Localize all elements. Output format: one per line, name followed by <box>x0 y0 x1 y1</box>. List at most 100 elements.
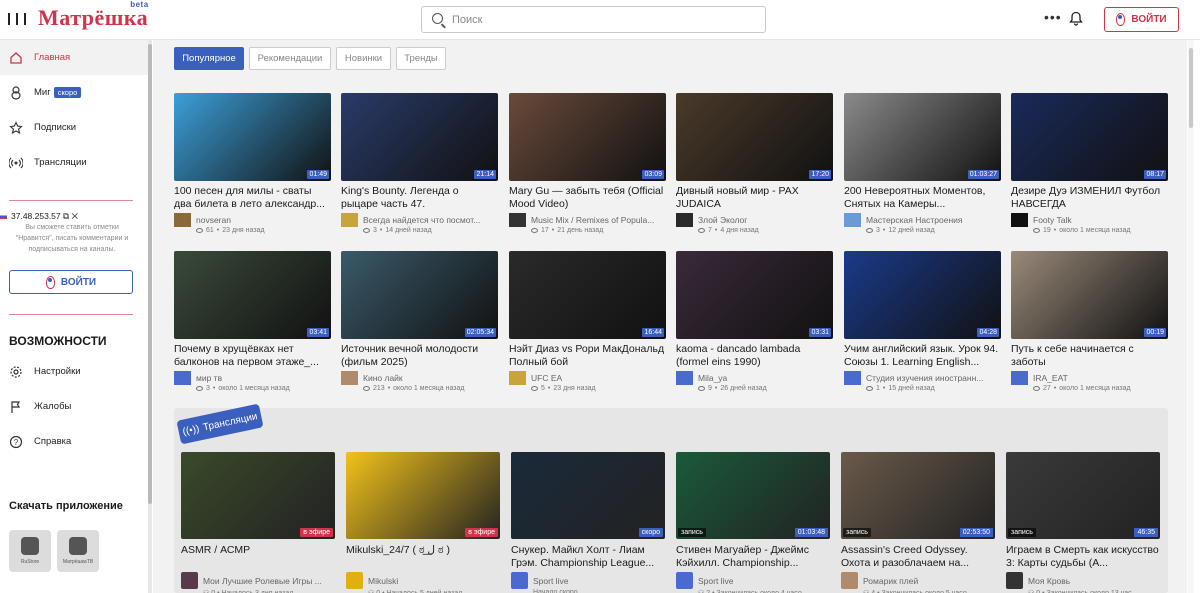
channel-name[interactable]: Студия изучения иностранн... <box>866 373 983 383</box>
search-bar[interactable] <box>421 6 766 33</box>
video-title[interactable]: Mary Gu — забыть тебя (Official Mood Vid… <box>509 185 666 210</box>
menu-icon[interactable] <box>8 10 26 28</box>
video-card[interactable]: 01:03:27 200 Невероятных Моментов, Снятых… <box>844 93 1001 234</box>
channel-avatar[interactable] <box>174 371 191 385</box>
page-scrollbar[interactable] <box>1188 40 1194 593</box>
channel-row[interactable]: Злой Эколог <box>676 213 833 227</box>
stream-title[interactable]: Стивен Магуайер - Джеймс Кэйхилл. Champi… <box>676 544 830 569</box>
stream-title[interactable]: Играем в Смерть как искусство 3: Карты с… <box>1006 544 1160 569</box>
channel-row[interactable]: Footy Talk <box>1011 213 1168 227</box>
stream-card[interactable]: скоро Снукер. Майкл Холт - Лиам Грэм. Cha… <box>511 452 665 593</box>
video-card[interactable]: 21:14 King's Bounty. Легенда о рыцаре час… <box>341 93 498 234</box>
channel-avatar[interactable] <box>174 213 191 227</box>
channel-row[interactable]: Mikulski <box>346 572 500 589</box>
channel-row[interactable]: Моя Кровь <box>1006 572 1160 589</box>
stream-thumbnail[interactable]: в эфире <box>346 452 500 539</box>
channel-name[interactable]: Music Mix / Remixes of Popula... <box>531 215 654 225</box>
channel-name[interactable]: Злой Эколог <box>698 215 747 225</box>
video-title[interactable]: 200 Невероятных Моментов, Снятых на Каме… <box>844 185 1001 210</box>
stream-card[interactable]: запись 02:53:50 Assassin's Creed Odyssey. … <box>841 452 995 593</box>
sidebar-item-broadcasts[interactable]: Трансляции <box>0 145 148 180</box>
channel-name[interactable]: IRA_EAT <box>1033 373 1068 383</box>
video-thumbnail[interactable]: 04:28 <box>844 251 1001 339</box>
login-button[interactable]: ВОЙТИ <box>1104 7 1179 32</box>
sidebar-item-help[interactable]: ? Справка <box>0 424 148 459</box>
channel-avatar[interactable] <box>341 371 358 385</box>
channel-avatar[interactable] <box>841 572 858 589</box>
channel-name[interactable]: Моя Кровь <box>1028 576 1070 586</box>
close-icon[interactable]: ✕ <box>71 211 77 221</box>
channel-avatar[interactable] <box>844 371 861 385</box>
video-thumbnail[interactable]: 16:44 <box>509 251 666 339</box>
channel-name[interactable]: Mila_ya <box>698 373 727 383</box>
video-card[interactable]: 02:05:34 Источник вечной молодости (фильм… <box>341 251 498 392</box>
stream-title[interactable]: Assassin's Creed Odyssey. Охота и разобл… <box>841 544 995 569</box>
sidebar-item-mig[interactable]: Миг скоро <box>0 75 148 110</box>
video-title[interactable]: Учим английский язык. Урок 94. Союзы 1. … <box>844 343 1001 368</box>
video-thumbnail[interactable]: 17:20 <box>676 93 833 181</box>
video-title[interactable]: Источник вечной молодости (фильм 2025) <box>341 343 498 368</box>
video-title[interactable]: King's Bounty. Легенда о рыцаре часть 47… <box>341 185 498 210</box>
channel-avatar[interactable] <box>1011 213 1028 227</box>
sidebar-scrollbar[interactable] <box>148 40 152 593</box>
channel-name[interactable]: Мастерская Настроения <box>866 215 963 225</box>
channel-avatar[interactable] <box>1006 572 1023 589</box>
sidebar-item-complaints[interactable]: Жалобы <box>0 389 148 424</box>
sidebar-login-button[interactable]: ВОЙТИ <box>9 270 133 294</box>
stream-thumbnail[interactable]: в эфире <box>181 452 335 539</box>
channel-avatar[interactable] <box>676 572 693 589</box>
rustore-app-button[interactable]: RuStore <box>9 530 51 572</box>
tab-new[interactable]: Новинки <box>336 47 391 70</box>
video-card[interactable]: 03:09 Mary Gu — забыть тебя (Official Moo… <box>509 93 666 234</box>
stream-title[interactable]: Снукер. Майкл Холт - Лиам Грэм. Champion… <box>511 544 665 569</box>
stream-card[interactable]: запись 46:35 Играем в Смерть как искусство… <box>1006 452 1160 593</box>
channel-name[interactable]: мир тв <box>196 373 222 383</box>
stream-thumbnail[interactable]: запись 01:03:48 <box>676 452 830 539</box>
channel-name[interactable]: Ромарик плей <box>863 576 918 586</box>
video-thumbnail[interactable]: 21:14 <box>341 93 498 181</box>
channel-name[interactable]: Mikulski <box>368 576 398 586</box>
video-title[interactable]: Почему в хрущёвках нет балконов на перво… <box>174 343 331 368</box>
channel-row[interactable]: Sport live <box>676 572 830 589</box>
channel-name[interactable]: Footy Talk <box>1033 215 1072 225</box>
channel-row[interactable]: Ромарик плей <box>841 572 995 589</box>
video-title[interactable]: 100 песен для милы - сваты два билета в … <box>174 185 331 210</box>
video-card[interactable]: 04:28 Учим английский язык. Урок 94. Союз… <box>844 251 1001 392</box>
channel-row[interactable]: UFC EA <box>509 371 666 385</box>
video-title[interactable]: kaoma - dancado lambada (formel eins 199… <box>676 343 833 368</box>
channel-row[interactable]: Sport live <box>511 572 665 589</box>
channel-avatar[interactable] <box>509 371 526 385</box>
channel-row[interactable]: Mila_ya <box>676 371 833 385</box>
video-card[interactable]: 03:31 kaoma - dancado lambada (formel ein… <box>676 251 833 392</box>
video-thumbnail[interactable]: 01:49 <box>174 93 331 181</box>
channel-name[interactable]: novseran <box>196 215 231 225</box>
video-title[interactable]: Дезире Дуэ ИЗМЕНИЛ Футбол НАВСЕГДА <box>1011 185 1168 210</box>
stream-title[interactable]: Mikulski_24/7 ( ಠ ل͟ ಠ ) <box>346 544 500 569</box>
channel-avatar[interactable] <box>181 572 198 589</box>
video-thumbnail[interactable]: 03:31 <box>676 251 833 339</box>
tab-recommendations[interactable]: Рекомендации <box>249 47 331 70</box>
channel-row[interactable]: Мои Лучшие Ролевые Игры ... <box>181 572 335 589</box>
bell-icon[interactable] <box>1069 11 1083 26</box>
stream-title[interactable]: ASMR / АСМР <box>181 544 335 569</box>
channel-row[interactable]: IRA_EAT <box>1011 371 1168 385</box>
channel-avatar[interactable] <box>346 572 363 589</box>
scrollbar-thumb[interactable] <box>1189 48 1193 128</box>
stream-card[interactable]: запись 01:03:48 Стивен Магуайер - Джеймс К… <box>676 452 830 593</box>
video-thumbnail[interactable]: 00:19 <box>1011 251 1168 339</box>
channel-avatar[interactable] <box>511 572 528 589</box>
channel-row[interactable]: Music Mix / Remixes of Popula... <box>509 213 666 227</box>
stream-card[interactable]: в эфире Mikulski_24/7 ( ಠ ل͟ ಠ ) Mikulski ⚇… <box>346 452 500 593</box>
sidebar-item-home[interactable]: Главная <box>0 40 148 75</box>
video-card[interactable]: 01:49 100 песен для милы - сваты два биле… <box>174 93 331 234</box>
stream-thumbnail[interactable]: запись 46:35 <box>1006 452 1160 539</box>
channel-row[interactable]: Мастерская Настроения <box>844 213 1001 227</box>
channel-row[interactable]: Всегда найдется что посмот... <box>341 213 498 227</box>
stream-thumbnail[interactable]: скоро <box>511 452 665 539</box>
matryoshka-tv-app-button[interactable]: МатрёшкаТВ <box>57 530 99 572</box>
channel-row[interactable]: Студия изучения иностранн... <box>844 371 1001 385</box>
copy-icon[interactable]: ⧉ <box>63 211 69 221</box>
stream-thumbnail[interactable]: запись 02:53:50 <box>841 452 995 539</box>
video-title[interactable]: Нэйт Диаз vs Рори МакДональд Полный бой <box>509 343 666 368</box>
channel-avatar[interactable] <box>1011 371 1028 385</box>
